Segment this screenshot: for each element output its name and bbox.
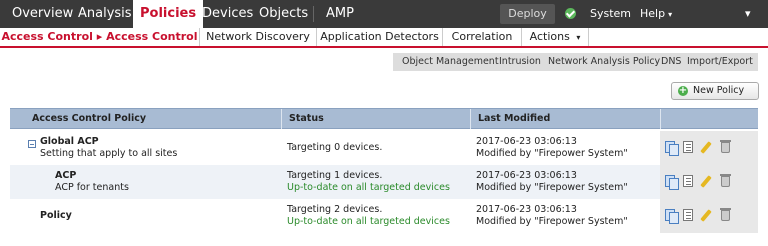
status-text: Targeting 0 devices. [287, 142, 383, 153]
status-detail: Up-to-date on all targeted devices [287, 216, 450, 227]
chevron-down-icon[interactable]: ▾ [745, 0, 751, 28]
copy-icon[interactable] [665, 175, 679, 190]
link-import-export[interactable]: Import/Export [687, 53, 753, 71]
collapse-icon[interactable] [28, 140, 36, 148]
chevron-down-icon: ▾ [668, 10, 673, 19]
link-network-analysis-policy[interactable]: Network Analysis Policy [548, 53, 660, 71]
policy-name[interactable]: Global ACP [40, 136, 99, 148]
policy-description: ACP for tenants [55, 182, 129, 193]
policy-description: Setting that apply to all sites [40, 148, 178, 159]
nav-objects[interactable]: Objects [259, 0, 308, 28]
chevron-down-icon: ▾ [576, 33, 581, 42]
table-row: Policy Targeting 2 devices. Up-to-date o… [10, 199, 758, 233]
column-divider [281, 109, 282, 129]
help-menu[interactable]: Help ▾ [640, 0, 672, 28]
status-text: Targeting 1 devices. [287, 170, 383, 181]
check-icon[interactable] [565, 8, 576, 19]
modified-date: 2017-06-23 03:06:13 [476, 136, 577, 147]
policy-table-header: Access Control Policy Status Last Modifi… [10, 108, 758, 129]
column-header-status[interactable]: Status [289, 109, 324, 129]
modified-by: Modified by "Firepower System" [476, 148, 628, 159]
sub-tabs: Access Control ▸ Access Control Network … [0, 28, 768, 48]
table-row: ACP ACP for tenants Targeting 1 devices.… [10, 165, 758, 199]
modified-by: Modified by "Firepower System" [476, 216, 628, 227]
link-object-management[interactable]: Object Management [402, 53, 499, 71]
new-policy-button[interactable]: + New Policy [671, 82, 759, 100]
policy-links-bar: Object Management Intrusion Network Anal… [393, 53, 758, 71]
nav-policies[interactable]: Policies [133, 0, 204, 28]
modified-date: 2017-06-23 03:06:13 [476, 204, 577, 215]
policy-name[interactable]: ACP [55, 170, 76, 182]
column-divider [660, 109, 661, 129]
column-divider [470, 109, 471, 129]
edit-icon[interactable] [699, 175, 712, 188]
modified-by: Modified by "Firepower System" [476, 182, 628, 193]
tab-access-control[interactable]: Access Control ▸ Access Control [0, 28, 200, 46]
tab-application-detectors[interactable]: Application Detectors [317, 28, 443, 46]
help-label: Help [640, 7, 666, 20]
policy-name[interactable]: Policy [40, 210, 72, 222]
delete-icon[interactable] [720, 140, 731, 153]
report-icon[interactable] [683, 209, 693, 221]
tab-correlation[interactable]: Correlation [443, 28, 522, 46]
copy-icon[interactable] [665, 141, 679, 156]
deploy-button[interactable]: Deploy [500, 4, 555, 24]
link-dns[interactable]: DNS [661, 53, 681, 71]
actions-label: Actions [529, 30, 570, 43]
nav-analysis[interactable]: Analysis [78, 0, 132, 28]
status-detail: Up-to-date on all targeted devices [287, 182, 450, 193]
plus-icon: + [678, 85, 688, 96]
modified-date: 2017-06-23 03:06:13 [476, 170, 577, 181]
new-policy-label: New Policy [693, 85, 745, 96]
top-nav: Overview Analysis Policies Devices Objec… [0, 0, 768, 28]
edit-icon[interactable] [699, 209, 712, 222]
column-header-last-modified[interactable]: Last Modified [478, 109, 550, 129]
delete-icon[interactable] [720, 208, 731, 221]
report-icon[interactable] [683, 175, 693, 187]
nav-divider [313, 6, 314, 22]
link-intrusion[interactable]: Intrusion [499, 53, 541, 71]
table-row: Global ACP Setting that apply to all sit… [10, 131, 758, 165]
nav-overview[interactable]: Overview [12, 0, 73, 28]
nav-devices[interactable]: Devices [202, 0, 253, 28]
tab-network-discovery[interactable]: Network Discovery [200, 28, 317, 46]
nav-amp[interactable]: AMP [326, 0, 354, 28]
system-menu[interactable]: System [590, 0, 631, 28]
report-icon[interactable] [683, 141, 693, 153]
delete-icon[interactable] [720, 174, 731, 187]
copy-icon[interactable] [665, 209, 679, 224]
edit-icon[interactable] [699, 141, 712, 154]
tab-actions[interactable]: Actions ▾ [522, 28, 589, 46]
column-header-policy[interactable]: Access Control Policy [32, 109, 146, 129]
status-text: Targeting 2 devices. [287, 204, 383, 215]
